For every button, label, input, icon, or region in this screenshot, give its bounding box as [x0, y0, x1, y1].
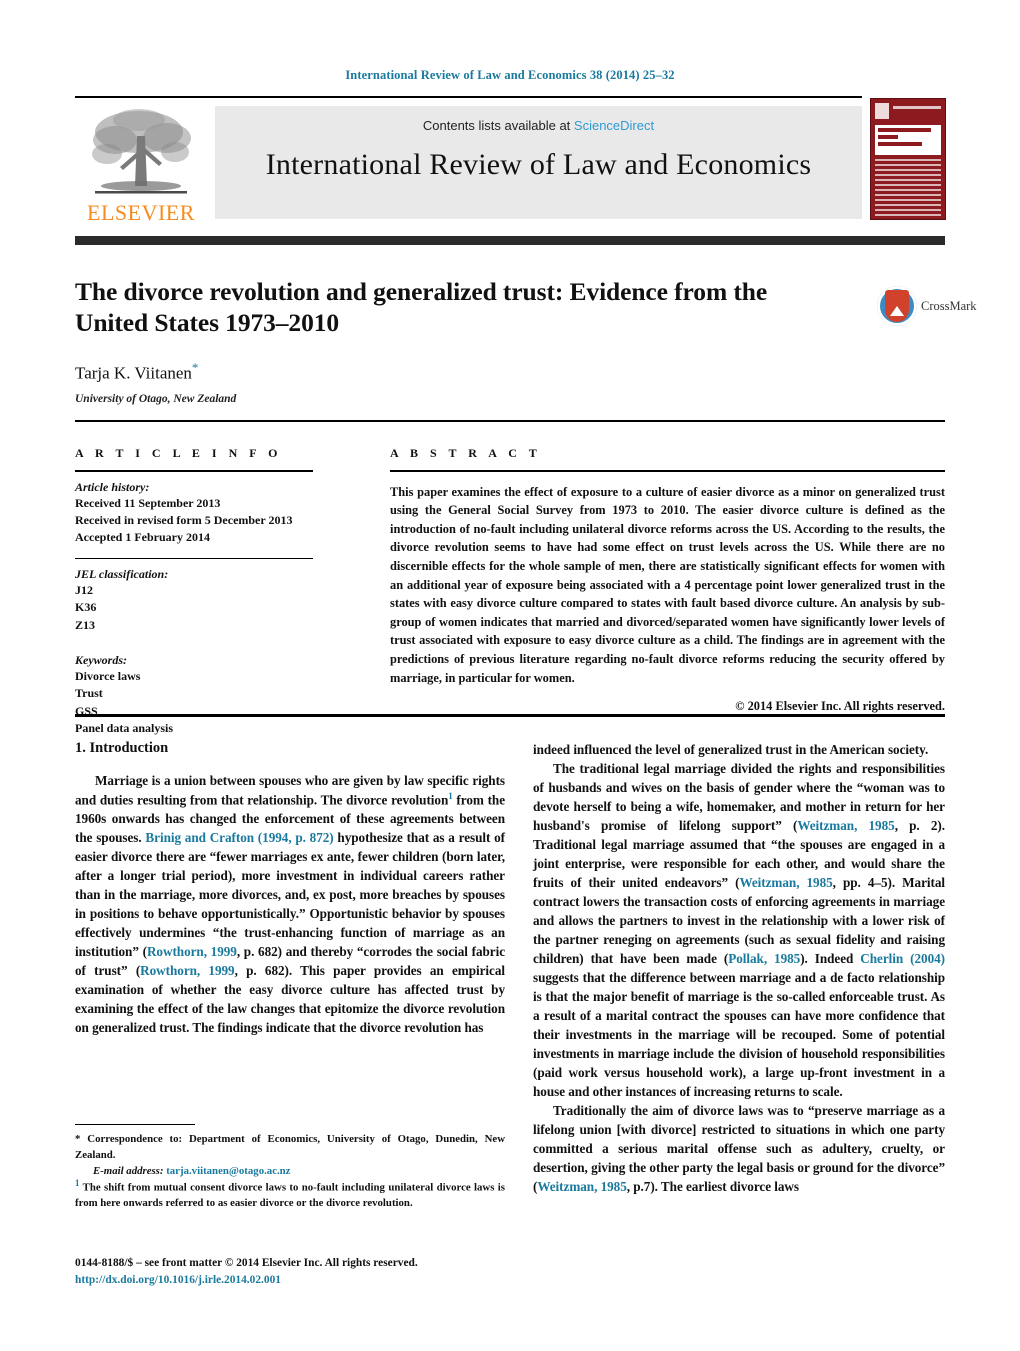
citation-rowthorn-2[interactable]: Rowthorn, 1999 — [140, 963, 234, 978]
citation-brinig-crafton[interactable]: Brinig and Crafton (1994, p. 872) — [145, 830, 333, 845]
colophon-block: 0144-8188/$ – see front matter © 2014 El… — [75, 1255, 545, 1289]
intro-text-a: Marriage is a union between spouses who … — [75, 773, 505, 808]
sciencedirect-link[interactable]: ScienceDirect — [574, 118, 654, 133]
author-label: Tarja K. Viitanen — [75, 363, 192, 383]
intro-text-c: hypothesize that as a result of easier d… — [75, 830, 505, 960]
title-block: The divorce revolution and generalized t… — [75, 276, 945, 405]
elsevier-logo-block: ELSEVIER — [75, 104, 207, 228]
section-heading-introduction: 1. Introduction — [75, 740, 169, 756]
elsevier-tree-icon — [92, 109, 191, 194]
article-history-label: Article history: — [75, 479, 150, 494]
running-head: International Review of Law and Economic… — [345, 68, 675, 82]
contents-prefix: Contents lists available at — [422, 118, 574, 133]
crossmark-circle-icon — [877, 286, 917, 326]
abstract-heading: A B S T R A C T — [390, 446, 542, 460]
abstract-rule-top — [390, 470, 945, 472]
email-address-label: E-mail address: — [93, 1164, 164, 1177]
cover-title-band — [875, 125, 941, 155]
footnote-note-1-text: The shift from mutual consent divorce la… — [75, 1181, 505, 1209]
doi-link[interactable]: http://dx.doi.org/10.1016/j.irle.2014.02… — [75, 1274, 281, 1286]
keyword-item: Divorce laws — [75, 669, 141, 684]
elsevier-wordmark: ELSEVIER — [87, 200, 195, 225]
journal-cover-thumbnail — [870, 98, 946, 220]
body-left-column: 1. Introduction Marriage is a union betw… — [75, 740, 505, 1037]
article-history-item: Received in revised form 5 December 2013 — [75, 512, 293, 527]
email-address-link[interactable]: tarja.viitanen@otago.ac.nz — [166, 1165, 290, 1177]
keyword-item: GSS — [75, 703, 98, 718]
article-info-subrule — [75, 557, 313, 559]
cover-issue-line — [893, 106, 941, 109]
citation-rowthorn-1[interactable]: Rowthorn, 1999 — [147, 944, 237, 959]
paragraph-traditional-marriage: The traditional legal marriage divided t… — [533, 759, 945, 1101]
footnote-correspondence: * Correspondence to: Department of Econo… — [75, 1133, 505, 1161]
abstract-text: This paper examines the effect of exposu… — [390, 484, 945, 685]
article-history-item: Received 11 September 2013 — [75, 495, 221, 510]
footnote-note-1: 1 The shift from mutual consent divorce … — [75, 1177, 505, 1211]
right-text-e: suggests that the difference between mar… — [533, 970, 945, 1099]
citation-pollak[interactable]: Pollak, 1985 — [728, 951, 800, 966]
keyword-item: Panel data analysis — [75, 721, 174, 736]
crossmark-label: CrossMark — [921, 299, 977, 313]
citation-cherlin[interactable]: Cherlin (2004) — [860, 951, 945, 966]
jel-code: K36 — [75, 600, 97, 615]
jel-classification-label: JEL classification: — [75, 566, 169, 581]
keyword-item: Trust — [75, 686, 103, 701]
contents-available-line: Contents lists available at ScienceDirec… — [215, 118, 862, 133]
footnotes-block: * Correspondence to: Department of Econo… — [75, 1124, 505, 1213]
paragraph-intro-1: Marriage is a union between spouses who … — [75, 771, 505, 1037]
footnote-email-line: E-mail address: tarja.viitanen@otago.ac.… — [93, 1165, 505, 1177]
author-correspondence-marker[interactable]: * — [192, 360, 199, 375]
page-title: The divorce revolution and generalized t… — [75, 277, 768, 338]
issn-front-matter: 0144-8188/$ – see front matter © 2014 El… — [75, 1257, 418, 1269]
cover-topbar — [875, 102, 941, 122]
cover-elsevier-mini-icon — [875, 103, 889, 119]
masthead-top-rule — [75, 96, 862, 98]
jel-code: J12 — [75, 582, 93, 597]
abstract-column: A B S T R A C T This paper examines the … — [390, 446, 945, 714]
article-info-column: A R T I C L E I N F O Article history: R… — [75, 446, 375, 738]
abstract-copyright: © 2014 Elsevier Inc. All rights reserved… — [735, 699, 945, 714]
cover-contents-lines — [875, 159, 941, 216]
right-text-d: ). Indeed — [800, 951, 861, 966]
right-text-g: , p.7). The earliest divorce laws — [626, 1179, 799, 1194]
contents-box: Contents lists available at ScienceDirec… — [215, 106, 862, 219]
citation-weitzman-3[interactable]: Weitzman, 1985 — [537, 1179, 626, 1194]
footnote-separator-rule — [75, 1124, 195, 1126]
author-affiliation: University of Otago, New Zealand — [75, 392, 237, 405]
journal-title: International Review of Law and Economic… — [265, 148, 812, 181]
paragraph-intro-continued: indeed influenced the level of generaliz… — [533, 742, 929, 757]
crossmark-badge[interactable]: CrossMark — [877, 286, 977, 330]
masthead-dark-bar — [75, 236, 945, 245]
article-info-heading: A R T I C L E I N F O — [75, 446, 282, 460]
title-separator-rule — [75, 420, 945, 422]
citation-weitzman-2[interactable]: Weitzman, 1985 — [739, 875, 832, 890]
keywords-label: Keywords: — [75, 653, 127, 668]
paragraph-divorce-laws: Traditionally the aim of divorce laws wa… — [533, 1101, 945, 1196]
author-name: Tarja K. Viitanen* — [75, 360, 945, 384]
article-info-rule — [75, 470, 313, 472]
citation-weitzman-1[interactable]: Weitzman, 1985 — [797, 818, 894, 833]
article-history-item: Accepted 1 February 2014 — [75, 530, 210, 545]
jel-code: Z13 — [75, 617, 96, 632]
abstract-separator-rule — [75, 714, 945, 717]
body-right-column: indeed influenced the level of generaliz… — [533, 740, 945, 1196]
journal-masthead: ELSEVIER Contents lists available at Sci… — [75, 96, 946, 228]
crossmark-arrow-icon — [890, 306, 904, 316]
paper-page: International Review of Law and Economic… — [0, 0, 1020, 1351]
